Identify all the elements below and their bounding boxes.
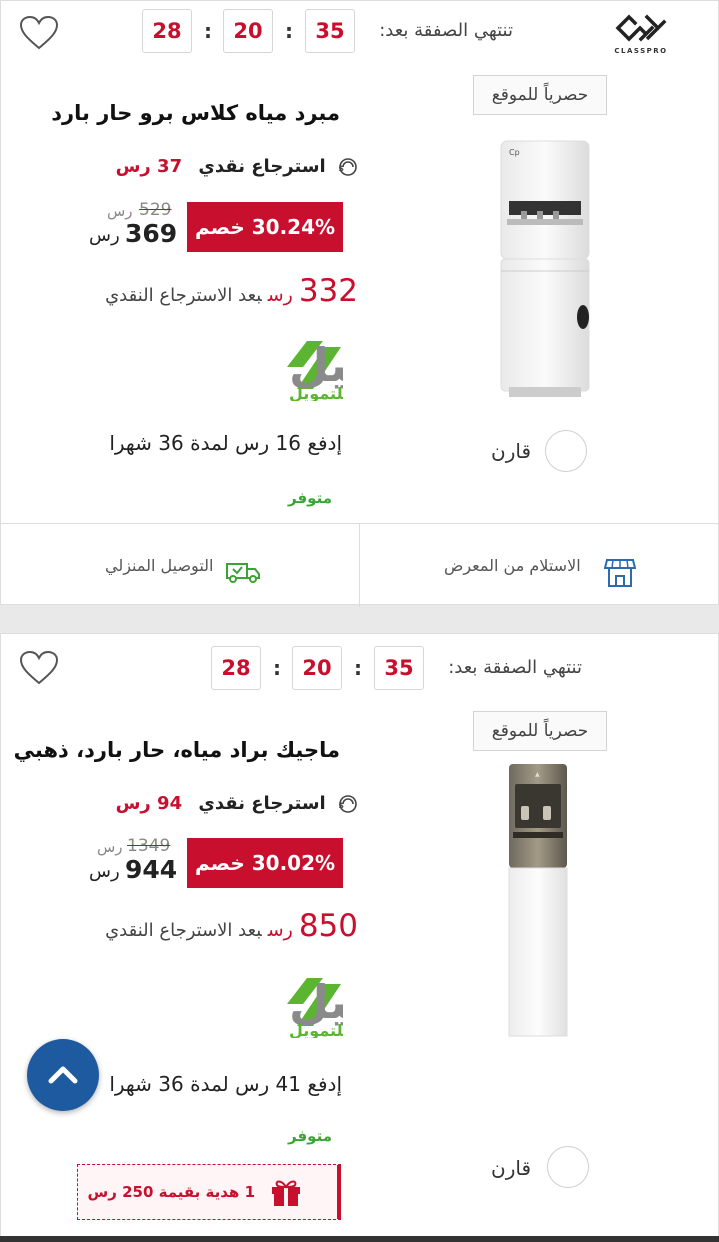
delivery-truck-icon — [226, 563, 260, 583]
discount-badge: 30.24% خصم — [187, 202, 343, 252]
old-price-currency: رس — [107, 202, 133, 220]
cashback-row: $ استرجاع نقدي 37 رس — [116, 153, 358, 181]
timer-minutes: 20 — [292, 646, 342, 690]
home-delivery-label: التوصيل المنزلي — [105, 556, 214, 575]
tasheel-financing-logo: تسهيل للتمويل — [127, 974, 443, 1040]
home-delivery-option[interactable]: التوصيل المنزلي — [105, 524, 213, 607]
new-price-currency: رس — [89, 225, 120, 246]
new-price: 369 — [125, 219, 178, 248]
exclusive-badge: حصرياً للموقع — [473, 75, 607, 115]
tasheel-sub: للتمويل — [289, 384, 343, 401]
cashback-value: 94 رس — [115, 793, 183, 814]
tasheel-logo-icon: تسهيل للتمويل — [287, 975, 443, 1040]
tasheel-logo-icon: تسهيل للتمويل — [287, 338, 443, 403]
timer-separator: : — [273, 656, 281, 680]
discount-badge: 30.02% خصم — [187, 838, 343, 888]
favorite-heart-icon[interactable] — [19, 15, 59, 51]
store-pickup-label: الاستلام من المعرض — [444, 556, 581, 575]
svg-text:▲: ▲ — [535, 771, 540, 778]
timer-separator: : — [354, 656, 362, 680]
compare-checkbox[interactable] — [545, 430, 587, 472]
deal-ends-label: تنتهي الصفقة بعد: — [448, 657, 582, 678]
after-cashback-amount: 332 — [298, 273, 358, 309]
classpro-logo-icon — [615, 14, 667, 42]
store-pickup-option[interactable]: الاستلام من المعرض — [444, 524, 581, 607]
availability-status: متوفر — [288, 489, 332, 507]
gift-icon — [272, 1180, 300, 1206]
cashback-icon: $ — [338, 795, 357, 813]
after-cashback-currency: رس — [267, 919, 293, 941]
availability-status: متوفر — [288, 1127, 332, 1145]
favorite-heart-icon[interactable] — [19, 650, 59, 686]
compare-label[interactable]: قارن — [491, 1156, 531, 1180]
store-icon — [604, 559, 636, 587]
product-card: 28 : 20 : 35 تنتهي الصفقة بعد: CLASSPRO … — [0, 0, 719, 607]
old-price-currency: رس — [97, 838, 123, 856]
installment-text: إدفع 41 رس لمدة 36 شهرا — [109, 1072, 342, 1096]
cashback-icon: $ — [338, 158, 357, 176]
after-cashback-label: بعد الاسترجاع النقدي — [105, 285, 262, 306]
after-cashback-label: بعد الاسترجاع النقدي — [105, 920, 262, 941]
timer-separator: : — [204, 19, 212, 43]
logo-text: CLASSPRO — [614, 47, 668, 55]
svg-text:Cp: Cp — [509, 148, 520, 157]
timer-seconds: 35 — [305, 9, 355, 53]
chevron-up-icon — [48, 1066, 78, 1084]
gift-banner[interactable]: 1 هدية بقيمة 250 رس — [77, 1164, 341, 1220]
delivery-options: التوصيل المنزلي الاستلام من المعرض — [1, 523, 719, 607]
price-after-cashback: 850رسبعد الاسترجاع النقدي — [105, 906, 358, 946]
timer-hours: 28 — [142, 9, 192, 53]
water-cooler-image[interactable]: Cp — [479, 131, 679, 401]
timer-hours: 28 — [211, 646, 261, 690]
old-price: 529 — [139, 200, 172, 220]
gift-text: 1 هدية بقيمة 250 رس — [87, 1183, 255, 1201]
after-cashback-currency: رس — [267, 284, 293, 306]
divider — [359, 524, 360, 607]
bottom-edge — [0, 1236, 719, 1242]
compare-checkbox[interactable] — [547, 1146, 589, 1188]
after-cashback-amount: 850 — [298, 908, 358, 944]
svg-text:$: $ — [338, 801, 344, 810]
cashback-label: استرجاع نقدي — [198, 156, 326, 177]
installment-text: إدفع 16 رس لمدة 36 شهرا — [109, 431, 342, 455]
svg-text:$: $ — [338, 164, 344, 173]
new-price: 944 — [125, 855, 178, 884]
product-title[interactable]: مبرد مياه كلاس برو حار بارد — [51, 101, 340, 125]
price-after-cashback: 332رسبعد الاسترجاع النقدي — [105, 271, 358, 311]
compare-label[interactable]: قارن — [491, 439, 531, 463]
product-card: 28 : 20 : 35 تنتهي الصفقة بعد: حصرياً لل… — [0, 633, 719, 1242]
water-cooler-image[interactable]: ▲ — [491, 754, 611, 1044]
timer-seconds: 35 — [374, 646, 424, 690]
timer-minutes: 20 — [223, 9, 273, 53]
new-price-currency: رس — [89, 861, 120, 882]
old-price: 1349 — [127, 836, 171, 856]
deal-ends-label: تنتهي الصفقة بعد: — [379, 20, 513, 41]
timer-separator: : — [285, 19, 293, 43]
cashback-label: استرجاع نقدي — [198, 793, 326, 814]
tasheel-financing-logo: تسهيل للتمويل — [127, 337, 443, 403]
cashback-value: 37 رس — [115, 156, 183, 177]
scroll-to-top-button[interactable] — [27, 1039, 99, 1111]
cashback-row: $ استرجاع نقدي 94 رس — [116, 790, 358, 818]
tasheel-sub: للتمويل — [289, 1021, 343, 1038]
exclusive-badge: حصرياً للموقع — [473, 711, 607, 751]
product-title[interactable]: ماجيك براد مياه، حار بارد، ذهبي — [14, 738, 340, 762]
classpro-logo: CLASSPRO — [612, 11, 670, 55]
